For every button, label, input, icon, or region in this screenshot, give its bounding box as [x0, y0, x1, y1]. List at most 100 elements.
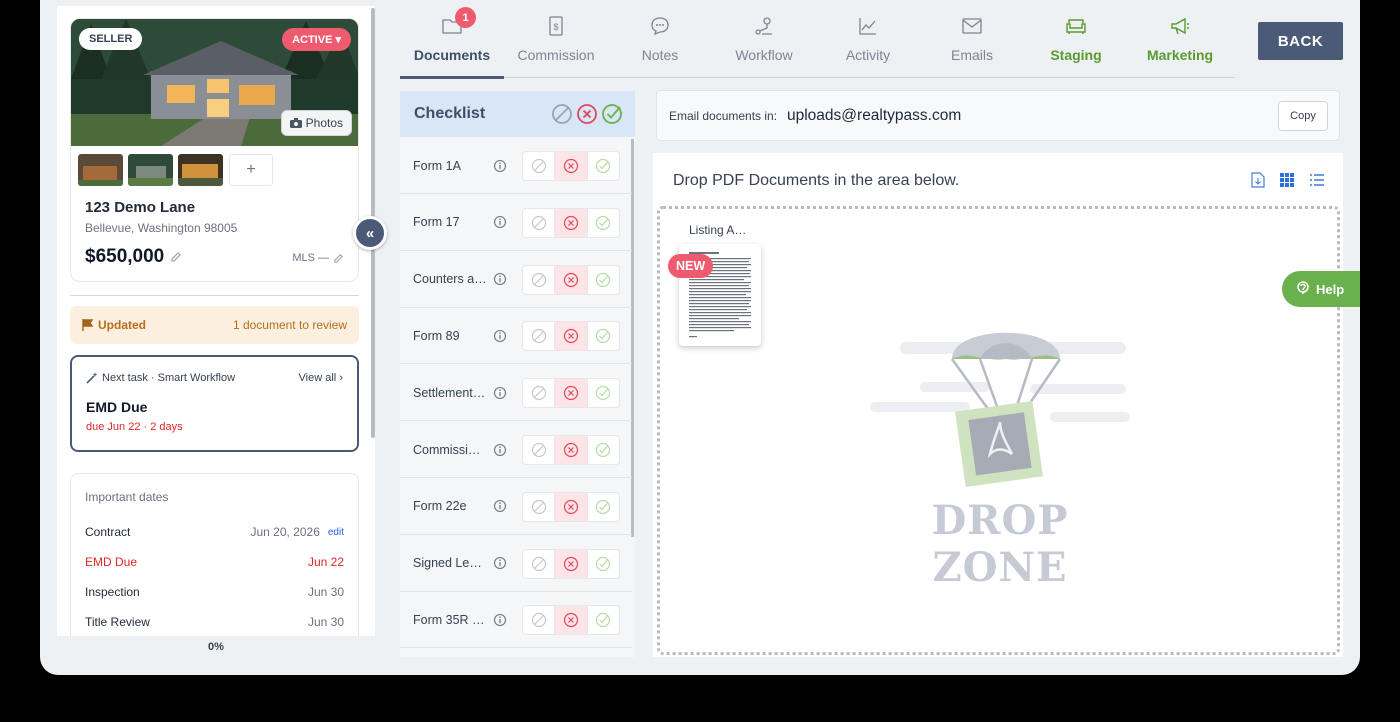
- tab-staging[interactable]: Staging: [1024, 0, 1128, 78]
- mark-all-na-icon[interactable]: [551, 103, 573, 125]
- tab-activity[interactable]: Activity: [816, 0, 920, 78]
- updated-banner[interactable]: Updated 1 document to review: [70, 306, 359, 344]
- checklist-item[interactable]: Settlement …: [400, 365, 632, 422]
- dollar-doc-icon: $: [549, 16, 563, 36]
- mark-approved-button[interactable]: [588, 266, 619, 294]
- tab-bar: 1 Documents $ Commission Notes Workflow …: [400, 0, 1235, 79]
- mark-approved-button[interactable]: [588, 606, 619, 634]
- reject-icon: [563, 556, 579, 571]
- checklist-item[interactable]: Form 1A: [400, 138, 632, 194]
- view-all-label: View all: [298, 372, 337, 384]
- photo-thumbnail[interactable]: [128, 154, 173, 186]
- approve-icon: [596, 613, 611, 628]
- flag-icon: [82, 319, 94, 331]
- photo-thumbnail[interactable]: [78, 154, 123, 186]
- info-icon[interactable]: [493, 613, 507, 627]
- copy-email-button[interactable]: Copy: [1278, 101, 1328, 131]
- info-icon[interactable]: [493, 329, 507, 343]
- mark-approved-button[interactable]: [588, 493, 619, 521]
- upload-email-address[interactable]: uploads@realtypass.com: [787, 107, 961, 125]
- list-view-icon[interactable]: [1309, 172, 1325, 188]
- tab-notes[interactable]: Notes: [608, 0, 712, 78]
- tab-label: Emails: [950, 47, 993, 63]
- mark-na-button[interactable]: [523, 322, 556, 351]
- back-button[interactable]: BACK: [1258, 22, 1343, 60]
- mark-rejected-button[interactable]: [555, 379, 588, 408]
- checklist-item[interactable]: Form 89: [400, 308, 632, 365]
- tab-marketing[interactable]: Marketing: [1128, 0, 1232, 78]
- review-status-toggle: [522, 264, 620, 295]
- tab-commission[interactable]: $ Commission: [504, 0, 608, 78]
- reject-icon: [563, 329, 579, 344]
- info-icon[interactable]: [493, 272, 507, 286]
- mark-rejected-button[interactable]: [555, 322, 588, 351]
- checklist-item[interactable]: Form 17: [400, 195, 632, 251]
- info-icon[interactable]: [493, 443, 507, 457]
- mark-na-button[interactable]: [523, 436, 556, 464]
- mark-approved-button[interactable]: [588, 209, 619, 237]
- mark-rejected-button[interactable]: [555, 436, 588, 464]
- mark-all-rejected-icon[interactable]: [576, 103, 598, 125]
- info-icon[interactable]: [493, 499, 507, 513]
- collapse-sidebar-button[interactable]: «: [353, 216, 387, 250]
- mark-na-button[interactable]: [523, 208, 556, 237]
- mark-na-button[interactable]: [523, 379, 556, 408]
- checklist-panel: Checklist Form 1A Form 17 Counters a… Form …: [400, 91, 635, 657]
- pdf-view-icon[interactable]: [1251, 172, 1265, 188]
- tab-label: Staging: [1050, 47, 1102, 63]
- documents-to-review: 1 document to review: [232, 318, 347, 332]
- mark-approved-button[interactable]: [588, 550, 619, 578]
- na-icon: [531, 499, 546, 514]
- next-task-due: due Jun 22 · 2 days: [86, 421, 183, 433]
- date-label: Inspection: [85, 585, 140, 599]
- grid-view-icon[interactable]: [1279, 172, 1295, 188]
- mark-rejected-button[interactable]: [555, 549, 588, 578]
- add-photo-button[interactable]: +: [229, 154, 273, 186]
- view-all-link[interactable]: View all ›: [299, 372, 343, 384]
- mark-na-button[interactable]: [523, 265, 556, 294]
- checklist-item[interactable]: Form 22e: [400, 479, 632, 535]
- mark-approved-button[interactable]: [588, 322, 619, 350]
- tab-documents[interactable]: 1 Documents: [400, 0, 504, 79]
- info-icon[interactable]: [493, 386, 507, 400]
- mark-na-button[interactable]: [523, 152, 556, 180]
- checklist-item[interactable]: Form 35R (…: [400, 592, 632, 649]
- mark-rejected-button[interactable]: [555, 492, 588, 521]
- mark-rejected-button[interactable]: [555, 208, 588, 237]
- approve-icon: [596, 499, 611, 514]
- checklist-item[interactable]: Commissio…: [400, 422, 632, 478]
- info-icon[interactable]: [493, 159, 507, 173]
- mark-rejected-button[interactable]: [555, 606, 588, 635]
- status-dropdown[interactable]: ACTIVE ▾: [282, 28, 351, 51]
- mark-all-approved-icon[interactable]: [601, 103, 623, 125]
- help-button[interactable]: Help: [1282, 271, 1360, 307]
- view-toggle: [1251, 172, 1325, 188]
- next-task-card[interactable]: Next task · Smart Workflow View all › EM…: [70, 355, 359, 452]
- mark-na-button[interactable]: [523, 492, 556, 521]
- photo-thumbnail[interactable]: [178, 154, 223, 186]
- tab-emails[interactable]: Emails: [920, 0, 1024, 78]
- date-row-contract: Contract Jun 20, 2026 edit: [85, 522, 344, 542]
- mark-rejected-button[interactable]: [555, 152, 588, 180]
- mark-approved-button[interactable]: [588, 436, 619, 464]
- edit-price-icon[interactable]: [170, 251, 182, 263]
- mark-rejected-button[interactable]: [555, 265, 588, 294]
- magic-wand-icon: [86, 372, 98, 384]
- edit-date-link[interactable]: edit: [328, 527, 344, 538]
- tab-workflow[interactable]: Workflow: [712, 0, 816, 78]
- date-label: EMD Due: [85, 555, 138, 569]
- drop-zone-area[interactable]: Listing A… NEW DROP ZONE: [657, 206, 1340, 655]
- mark-approved-button[interactable]: [588, 379, 619, 407]
- mark-approved-button[interactable]: [588, 152, 619, 180]
- mark-na-button[interactable]: [523, 606, 556, 635]
- date-label: Title Review: [85, 615, 150, 629]
- status-label: ACTIVE: [292, 34, 333, 46]
- info-icon[interactable]: [493, 215, 507, 229]
- mark-na-button[interactable]: [523, 549, 556, 578]
- edit-mls-icon[interactable]: [333, 253, 344, 264]
- photos-button[interactable]: Photos: [280, 110, 352, 136]
- checklist-item[interactable]: Counters a…: [400, 252, 632, 308]
- checklist-item[interactable]: Signed Leg…: [400, 536, 632, 592]
- info-icon[interactable]: [493, 556, 507, 570]
- property-hero-photo[interactable]: SELLER ACTIVE ▾ Photos: [71, 19, 358, 146]
